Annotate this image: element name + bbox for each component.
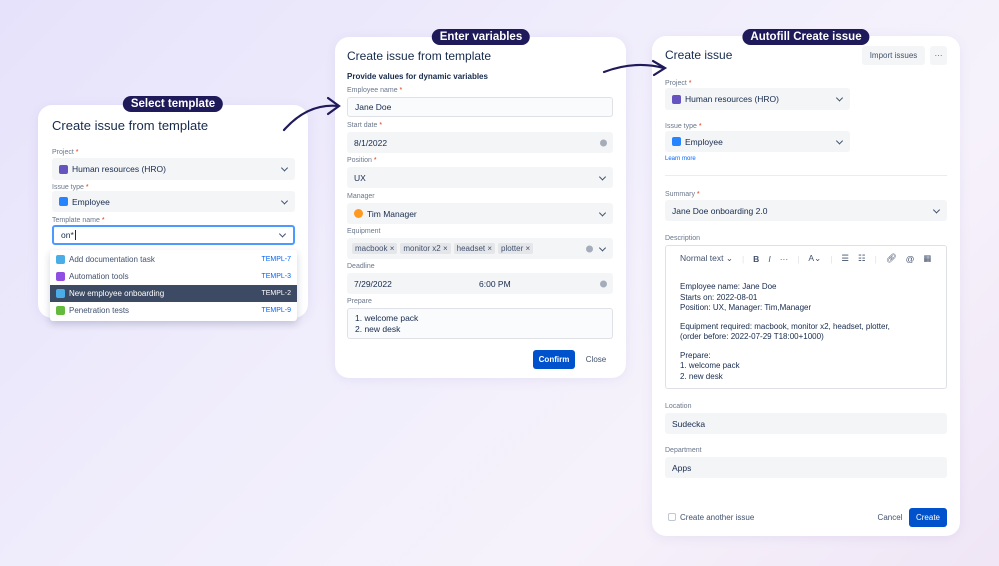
flow-arrows <box>282 59 668 132</box>
arrow-2 <box>602 63 666 74</box>
arrow-1 <box>282 104 340 132</box>
arrow-2-head <box>651 59 668 77</box>
